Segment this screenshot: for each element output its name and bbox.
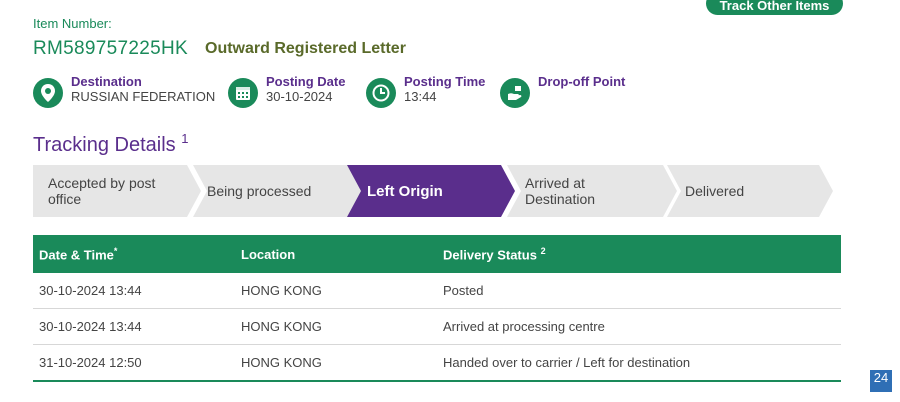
tracking-title-text: Tracking Details [33, 134, 176, 156]
step-processing: Being processed [193, 165, 363, 217]
cell-status: Handed over to carrier / Left for destin… [437, 344, 841, 382]
track-other-items-button[interactable]: Track Other Items [706, 0, 843, 15]
clock-icon [366, 78, 396, 108]
step-accepted: Accepted by post office [33, 165, 201, 217]
header-datetime: Date & Time* [33, 235, 235, 273]
header-status: Delivery Status 2 [437, 235, 841, 273]
cell-status: Posted [437, 273, 841, 309]
item-type: Outward Registered Letter [205, 40, 406, 57]
tracking-table: Date & Time* Location Delivery Status 2 … [33, 235, 841, 382]
cell-datetime: 31-10-2024 12:50 [33, 344, 235, 382]
step-label: Being processed [207, 183, 312, 199]
location-pin-icon [33, 78, 63, 108]
cell-datetime: 30-10-2024 13:44 [33, 308, 235, 345]
step-label: Accepted by post office [48, 175, 156, 207]
destination-info: Destination RUSSIAN FEDERATION [33, 74, 215, 108]
tracking-progress: Accepted by post office Being processed … [33, 165, 841, 217]
table-header-row: Date & Time* Location Delivery Status 2 [33, 235, 841, 273]
drop-off-info: Drop-off Point [500, 74, 625, 108]
table-row: 30-10-2024 13:44 HONG KONG Arrived at pr… [33, 308, 841, 345]
destination-title: Destination [71, 74, 142, 89]
cell-location: HONG KONG [235, 344, 437, 382]
header-location-label: Location [241, 246, 296, 262]
step-label: Left Origin [367, 182, 443, 200]
step-label: Delivered [685, 183, 745, 199]
item-number-label: Item Number: [33, 16, 112, 31]
calendar-icon [228, 78, 258, 108]
item-number: RM589757225HK [33, 38, 188, 59]
hand-drop-icon [500, 78, 530, 108]
cell-datetime: 30-10-2024 13:44 [33, 273, 235, 309]
table-row: 31-10-2024 12:50 HONG KONG Handed over t… [33, 344, 841, 382]
cell-status: Arrived at processing centre [437, 308, 841, 345]
step-delivered: Delivered [667, 165, 833, 217]
header-status-footnote: 2 [540, 245, 546, 256]
drop-off-title: Drop-off Point [538, 74, 626, 89]
posting-time-title: Posting Time [404, 74, 486, 89]
step-left-origin: Left Origin [347, 165, 515, 217]
posting-time-info: Posting Time 13:44 [366, 74, 485, 108]
tracking-details-title: Tracking Details 1 [33, 131, 189, 157]
table-row: 30-10-2024 13:44 HONG KONG Posted [33, 273, 841, 309]
tracking-title-footnote: 1 [181, 131, 189, 146]
header-datetime-label: Date & Time [39, 247, 114, 263]
posting-date-value: 30-10-2024 [266, 89, 333, 104]
header-location: Location [235, 235, 437, 273]
posting-date-title: Posting Date [266, 74, 346, 89]
cell-location: HONG KONG [235, 273, 437, 309]
posting-time-value: 13:44 [404, 89, 437, 104]
destination-value: RUSSIAN FEDERATION [71, 89, 216, 104]
page-number-badge: 24 [870, 370, 892, 392]
cell-location: HONG KONG [235, 308, 437, 345]
step-label: Arrived at Destination [525, 175, 596, 207]
posting-date-info: Posting Date 30-10-2024 [228, 74, 345, 108]
header-datetime-footnote: * [113, 245, 118, 256]
step-arrived: Arrived at Destination [507, 165, 677, 217]
header-status-label: Delivery Status [443, 247, 537, 263]
